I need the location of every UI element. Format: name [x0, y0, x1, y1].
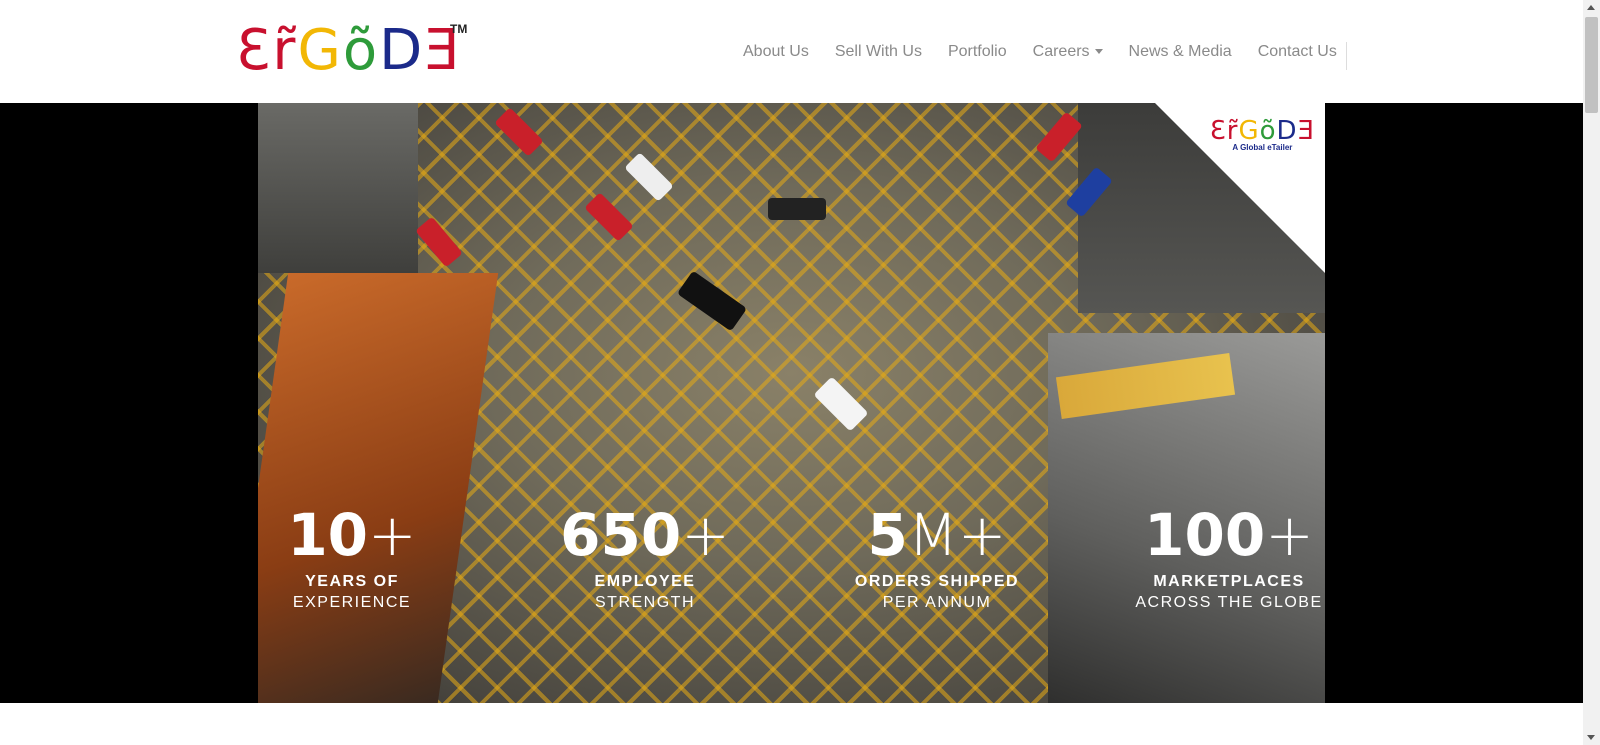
nav-news-media[interactable]: News & Media	[1129, 43, 1232, 61]
photo-car	[584, 192, 634, 242]
stat-label-secondary: EXPERIENCE	[292, 594, 412, 611]
photo-building	[258, 103, 418, 273]
logo-letter: G	[297, 18, 343, 83]
hero-banner: Ɛr̃GõDƎ A Global eTailer 10+ YEARS OF EX…	[0, 103, 1583, 703]
photo-building	[258, 273, 499, 703]
photo-truck	[676, 270, 748, 332]
nav-careers-label: Careers	[1032, 42, 1090, 60]
stat-number: 5M+	[827, 503, 1047, 567]
photo-car	[494, 107, 544, 157]
nav-careers[interactable]: Careers	[1033, 43, 1103, 61]
stat-value: 650	[560, 501, 682, 569]
photo-car	[415, 216, 463, 268]
photo-car	[768, 198, 826, 220]
page-scrollbar[interactable]	[1583, 0, 1600, 745]
logo-letter: Ɛ	[236, 18, 273, 83]
mini-logo-wordmark: Ɛr̃GõDƎ	[1210, 117, 1315, 145]
stat-label-primary: EMPLOYEE	[594, 573, 696, 590]
stat-label-secondary: ACROSS THE GLOBE	[1135, 594, 1323, 611]
logo-letter: D	[379, 18, 425, 83]
stat-suffix: +	[1265, 501, 1314, 569]
logo-letter: õ	[342, 18, 380, 83]
photo-car	[813, 376, 869, 432]
main-nav: About Us Sell With Us Portfolio Careers …	[743, 0, 1363, 103]
stat-orders: 5M+ ORDERS SHIPPED PER ANNUM	[827, 503, 1047, 612]
stat-number: 650+	[535, 503, 755, 567]
brand-logo[interactable]: Ɛr̃GõDƎ TM	[236, 16, 468, 86]
stat-marketplaces: 100+ MARKETPLACES ACROSS THE GLOBE	[1119, 503, 1339, 612]
trademark-mark: TM	[450, 22, 468, 36]
mini-brand-logo: Ɛr̃GõDƎ A Global eTailer	[1210, 117, 1315, 152]
logo-letter: r̃	[272, 18, 298, 83]
stat-suffix: +	[368, 501, 417, 569]
nav-contact-us[interactable]: Contact Us	[1258, 43, 1337, 61]
logo-letter: Ǝ	[1297, 116, 1315, 146]
stat-value: 100	[1144, 501, 1266, 569]
hero-aerial-photo: Ɛr̃GõDƎ A Global eTailer	[258, 103, 1325, 703]
stat-number: 100+	[1119, 503, 1339, 567]
site-header: Ɛr̃GõDƎ TM About Us Sell With Us Portfol…	[0, 0, 1583, 103]
logo-letter: D	[1276, 116, 1298, 146]
stat-label-secondary: STRENGTH	[595, 594, 695, 611]
stat-label-primary: ORDERS SHIPPED	[854, 573, 1020, 590]
scroll-up-arrow-icon[interactable]	[1587, 5, 1595, 10]
stat-label-primary: YEARS OF	[305, 573, 399, 590]
stat-value: 10	[287, 501, 369, 569]
scroll-down-arrow-icon[interactable]	[1587, 735, 1595, 740]
brand-logo-wordmark: Ɛr̃GõDƎ	[236, 16, 468, 86]
stat-number: 10+	[242, 503, 462, 567]
photo-car	[1035, 111, 1083, 163]
stat-label-secondary: PER ANNUM	[882, 594, 992, 611]
nav-about-us[interactable]: About Us	[743, 43, 809, 61]
nav-divider	[1346, 42, 1347, 70]
caret-down-icon	[1094, 48, 1103, 54]
logo-letter: Ɛ	[1209, 116, 1227, 146]
nav-sell-with-us[interactable]: Sell With Us	[835, 43, 922, 61]
stat-experience: 10+ YEARS OF EXPERIENCE	[242, 503, 462, 612]
scrollbar-thumb[interactable]	[1585, 17, 1598, 113]
stat-label-primary: MARKETPLACES	[1153, 573, 1305, 590]
logo-letter: õ	[1259, 116, 1277, 146]
photo-car	[624, 152, 674, 202]
logo-letter: G	[1238, 116, 1260, 146]
stat-value: 5	[867, 501, 908, 569]
stat-employees: 650+ EMPLOYEE STRENGTH	[535, 503, 755, 612]
stat-suffix: M+	[907, 501, 1007, 569]
stat-suffix: +	[681, 501, 730, 569]
logo-letter: r̃	[1226, 116, 1239, 146]
nav-portfolio[interactable]: Portfolio	[948, 43, 1007, 61]
